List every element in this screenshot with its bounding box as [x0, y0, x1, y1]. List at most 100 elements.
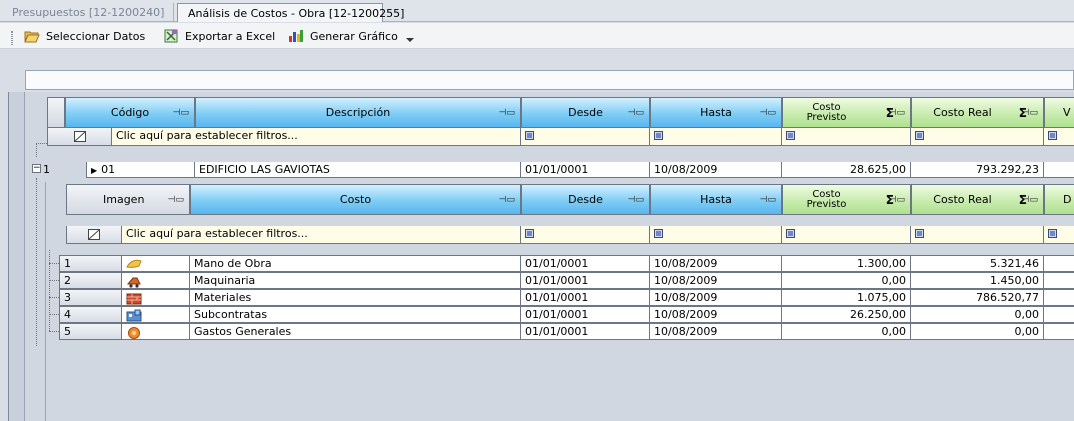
toolbar-overflow-chevron-down-icon[interactable] [406, 38, 414, 42]
tab-analisis-costos[interactable]: Análisis de Costos - Obra [12-1200255] [177, 3, 404, 22]
pin-icon[interactable]: ⊣▭ [628, 108, 644, 118]
cell-next[interactable] [1044, 162, 1074, 178]
pin-icon[interactable]: ⊣▭ [628, 195, 644, 205]
cell-next[interactable] [1044, 323, 1074, 340]
select-data-button[interactable]: Seleccionar Datos [24, 27, 145, 45]
cell-hasta[interactable]: 10/08/2009 [650, 306, 782, 323]
filter-hasta[interactable] [650, 128, 782, 146]
cell-costo[interactable]: Gastos Generales [190, 323, 521, 340]
child-filter-hasta[interactable] [650, 226, 782, 244]
pin-icon[interactable]: ⊣▭ [499, 108, 515, 118]
cell-desde[interactable]: 01/01/0001 [521, 255, 650, 272]
child-filter-text[interactable]: Clic aquí para establecer filtros... [122, 226, 521, 244]
filter-text[interactable]: Clic aquí para establecer filtros... [112, 128, 521, 146]
cell-hasta[interactable]: 10/08/2009 [650, 162, 782, 178]
pin-icon[interactable]: ⊣▭ [760, 108, 776, 118]
cell-imagen[interactable] [122, 255, 190, 272]
cell-codigo[interactable]: ▶ 01 [86, 162, 195, 178]
cell-imagen[interactable] [122, 289, 190, 306]
pin-icon[interactable]: ⊣▭ [760, 195, 776, 205]
collapse-icon[interactable]: − [32, 164, 41, 173]
filter-operator-icon[interactable] [525, 131, 534, 140]
pin-icon[interactable]: ⊣▭ [889, 108, 905, 118]
column-header-costo-previsto[interactable]: Costo Previsto Σ ⊣▭ [782, 97, 911, 128]
export-excel-button[interactable]: Exportar a Excel [163, 27, 275, 45]
child-row-index[interactable]: 2 [59, 272, 122, 289]
cell-costo-previsto[interactable]: 1.300,00 [782, 255, 911, 272]
child-column-header-costo-real[interactable]: Costo Real Σ ⊣▭ [911, 184, 1044, 215]
child-filter-next[interactable] [1044, 226, 1074, 244]
group-by-area[interactable] [25, 70, 1074, 90]
column-header-next[interactable]: V [1044, 97, 1074, 128]
child-column-header-hasta[interactable]: Hasta ⊣▭ [650, 184, 782, 215]
cell-costo-real[interactable]: 786.520,77 [911, 289, 1044, 306]
child-row-index[interactable]: 1 [59, 255, 122, 272]
child-row-index[interactable]: 3 [59, 289, 122, 306]
filter-operator-icon[interactable] [525, 229, 534, 238]
filter-next[interactable] [1044, 128, 1074, 146]
column-header-desde[interactable]: Desde ⊣▭ [521, 97, 650, 128]
filter-operator-icon[interactable] [654, 131, 663, 140]
cell-costo-previsto[interactable]: 0,00 [782, 272, 911, 289]
cell-costo-real[interactable]: 0,00 [911, 306, 1044, 323]
filter-operator-icon[interactable] [1048, 131, 1057, 140]
cell-descripcion[interactable]: EDIFICIO LAS GAVIOTAS [195, 162, 521, 178]
filter-operator-icon[interactable] [654, 229, 663, 238]
pin-icon[interactable]: ⊣▭ [889, 195, 905, 205]
generate-chart-button[interactable]: Generar Gráfico [288, 27, 398, 45]
pin-icon[interactable]: ⊣▭ [173, 108, 189, 118]
pin-icon[interactable]: ⊣▭ [168, 195, 184, 205]
child-filter-clear-button[interactable] [66, 226, 122, 244]
cell-desde[interactable]: 01/01/0001 [521, 272, 650, 289]
column-header-codigo[interactable]: Código ⊣▭ [65, 97, 195, 128]
column-header-imagen[interactable]: Imagen ⊣▭ [66, 184, 190, 215]
cell-imagen[interactable] [122, 306, 190, 323]
child-column-header-desde[interactable]: Desde ⊣▭ [521, 184, 650, 215]
toolbar-grip[interactable] [11, 31, 13, 45]
pin-icon[interactable]: ⊣▭ [499, 195, 515, 205]
cell-hasta[interactable]: 10/08/2009 [650, 255, 782, 272]
cell-imagen[interactable] [122, 323, 190, 340]
filter-costo-previsto[interactable] [782, 128, 911, 146]
cell-desde[interactable]: 01/01/0001 [521, 289, 650, 306]
cell-costo-real[interactable]: 0,00 [911, 323, 1044, 340]
child-filter-desde[interactable] [521, 226, 650, 244]
cell-next[interactable] [1044, 306, 1074, 323]
column-header-costo[interactable]: Costo ⊣▭ [190, 184, 521, 215]
cell-desde[interactable]: 01/01/0001 [521, 306, 650, 323]
cell-imagen[interactable] [122, 272, 190, 289]
cell-costo[interactable]: Subcontratas [190, 306, 521, 323]
cell-next[interactable] [1044, 272, 1074, 289]
child-row-index[interactable]: 5 [59, 323, 122, 340]
cell-next[interactable] [1044, 289, 1074, 306]
child-column-header-next[interactable]: D [1044, 184, 1074, 215]
tab-presupuestos[interactable]: Presupuestos [12-1200240] [2, 3, 174, 22]
column-header-descripcion[interactable]: Descripción ⊣▭ [195, 97, 521, 128]
cell-next[interactable] [1044, 255, 1074, 272]
child-column-header-costo-previsto[interactable]: Costo Previsto Σ ⊣▭ [782, 184, 911, 215]
child-filter-costo-real[interactable] [911, 226, 1044, 244]
column-header-costo-real[interactable]: Costo Real Σ ⊣▭ [911, 97, 1044, 128]
filter-operator-icon[interactable] [786, 131, 795, 140]
cell-costo-real[interactable]: 5.321,46 [911, 255, 1044, 272]
filter-operator-icon[interactable] [786, 229, 795, 238]
filter-clear-button[interactable] [47, 128, 112, 146]
cell-costo[interactable]: Maquinaria [190, 272, 521, 289]
pin-icon[interactable]: ⊣▭ [1022, 195, 1038, 205]
cell-costo-previsto[interactable]: 28.625,00 [782, 162, 911, 178]
child-filter-costo-previsto[interactable] [782, 226, 911, 244]
filter-costo-real[interactable] [911, 128, 1044, 146]
cell-hasta[interactable]: 10/08/2009 [650, 323, 782, 340]
filter-desde[interactable] [521, 128, 650, 146]
cell-costo[interactable]: Materiales [190, 289, 521, 306]
cell-desde[interactable]: 01/01/0001 [521, 323, 650, 340]
cell-hasta[interactable]: 10/08/2009 [650, 272, 782, 289]
cell-costo-real[interactable]: 1.450,00 [911, 272, 1044, 289]
child-row-index[interactable]: 4 [59, 306, 122, 323]
cell-hasta[interactable]: 10/08/2009 [650, 289, 782, 306]
column-header-hasta[interactable]: Hasta ⊣▭ [650, 97, 782, 128]
cell-costo[interactable]: Mano de Obra [190, 255, 521, 272]
pin-icon[interactable]: ⊣▭ [1022, 108, 1038, 118]
cell-desde[interactable]: 01/01/0001 [521, 162, 650, 178]
filter-operator-icon[interactable] [1048, 229, 1057, 238]
